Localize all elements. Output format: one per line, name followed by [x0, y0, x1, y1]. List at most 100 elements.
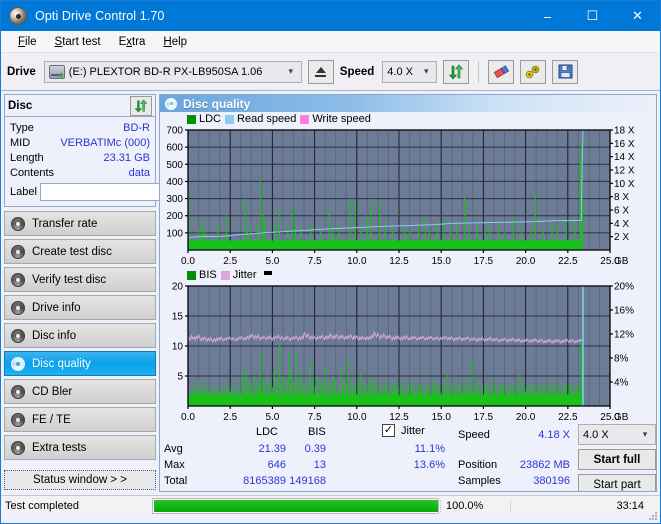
stats-max-ldc: 646	[267, 459, 286, 471]
tools-icon	[525, 65, 540, 78]
sidebar-item-label: CD Bler	[32, 385, 73, 398]
tools-button[interactable]	[520, 59, 547, 84]
legend-entry-read-speed: Read speed	[225, 113, 296, 125]
legend-label: BIS	[199, 269, 217, 281]
svg-text:2.5: 2.5	[223, 412, 237, 423]
disc-icon	[11, 272, 25, 287]
svg-text:GB: GB	[614, 412, 629, 423]
disc-icon	[11, 216, 25, 231]
sidebar-item-cd-bler[interactable]: CD Bler	[4, 379, 156, 404]
test-speed-select[interactable]: 4.0 X ▾	[578, 424, 656, 445]
disc-label-row: Label	[5, 180, 248, 206]
jitter-label: Jitter	[401, 424, 425, 437]
menu-help[interactable]: Help	[154, 34, 196, 50]
disc-row-value: data	[128, 166, 150, 179]
svg-text:200: 200	[166, 211, 183, 222]
bis-chart[interactable]: 5 10 15 20 4% 8% 12% 16% 20% 0.0 2.5 5.0 7.5 10.0 12.5…	[160, 282, 652, 424]
disc-icon	[11, 356, 25, 371]
svg-text:20: 20	[172, 282, 184, 293]
sidebar-item-label: Disc info	[32, 329, 77, 342]
refresh-icon	[449, 64, 464, 79]
sidebar-item-create-test-disc[interactable]: Create test disc	[4, 239, 156, 264]
stats-position-label: Position	[458, 459, 498, 471]
stats-avg-bis: 0.39	[304, 443, 326, 455]
stats-speed-label: Speed	[458, 429, 490, 441]
stats-avg-ldc: 21.39	[258, 443, 286, 455]
speed-select-value: 4.0 X	[387, 65, 413, 78]
legend-label: Write speed	[312, 113, 371, 125]
sidebar-item-label: Transfer rate	[32, 217, 98, 230]
nav-list: Transfer rate Create test disc Verify te…	[4, 211, 156, 460]
drive-select[interactable]: (E:) PLEXTOR BD-R PX-LB950SA 1.06 ▾	[43, 60, 302, 83]
jitter-checkbox[interactable]: ✓	[382, 424, 395, 437]
window-controls: – ☐ ✕	[525, 1, 660, 31]
svg-text:15: 15	[172, 312, 184, 323]
stats-samples-label: Samples	[458, 475, 501, 487]
svg-text:12.5: 12.5	[389, 256, 409, 267]
save-button[interactable]	[552, 59, 579, 84]
erase-button[interactable]	[488, 59, 515, 84]
ldc-chart-block: LDC Read speed Write speed 100 200 300 400 5…	[160, 112, 656, 268]
menu-file[interactable]: File	[9, 34, 46, 50]
legend-entry-jitter: Jitter	[220, 269, 257, 281]
bis-chart-block: BIS Jitter 5 10 15 20 4% 8% 12% 16% 20% 0.0 2.5 5.0…	[160, 268, 656, 424]
sidebar-item-verify-test-disc[interactable]: Verify test disc	[4, 267, 156, 292]
jitter-checkbox-group[interactable]: ✓ Jitter	[382, 424, 425, 437]
drive-select-value: (E:) PLEXTOR BD-R PX-LB950SA 1.06	[68, 65, 263, 78]
legend-swatch	[300, 114, 310, 124]
status-bar: Test completed 100.0% 33:14	[1, 495, 660, 521]
stats-position-value: 23862 MB	[519, 459, 570, 471]
start-part-button[interactable]: Start part	[578, 474, 656, 491]
chevron-down-icon: ▾	[424, 66, 429, 76]
speed-select[interactable]: 4.0 X ▾	[382, 60, 438, 83]
sidebar-item-drive-info[interactable]: Drive info	[4, 295, 156, 320]
svg-text:700: 700	[166, 126, 183, 137]
stats-total-ldc: 8165389	[243, 475, 286, 487]
svg-text:10 X: 10 X	[614, 179, 635, 190]
progress-fill	[154, 499, 438, 512]
window-title: Opti Drive Control 1.70	[35, 9, 165, 23]
svg-text:16 X: 16 X	[614, 139, 635, 150]
sidebar-item-disc-quality[interactable]: Disc quality	[4, 351, 156, 376]
sidebar-item-disc-info[interactable]: Disc info	[4, 323, 156, 348]
svg-text:10: 10	[172, 342, 184, 353]
menu-start-test[interactable]: Start test	[46, 34, 110, 50]
disc-row-key: MID	[10, 136, 31, 149]
disc-refresh-button[interactable]	[130, 95, 152, 116]
svg-text:5.0: 5.0	[265, 412, 279, 423]
svg-text:0.0: 0.0	[181, 256, 195, 267]
sidebar-item-label: Disc quality	[32, 357, 91, 370]
svg-text:8 X: 8 X	[614, 192, 629, 203]
svg-text:20%: 20%	[614, 282, 634, 293]
resize-grip-icon[interactable]	[648, 511, 658, 521]
svg-text:16%: 16%	[614, 306, 634, 317]
sidebar-item-extra-tests[interactable]: Extra tests	[4, 435, 156, 460]
legend-swatch	[187, 114, 196, 124]
svg-text:18 X: 18 X	[614, 126, 635, 137]
status-window-button[interactable]: Status window > >	[4, 470, 156, 490]
stats-samples-value: 380196	[533, 475, 570, 487]
minimize-button[interactable]: –	[525, 1, 570, 31]
toolbar: Drive (E:) PLEXTOR BD-R PX-LB950SA 1.06 …	[1, 53, 660, 91]
stats-header-bis: BIS	[308, 426, 326, 438]
refresh-button[interactable]	[443, 59, 470, 84]
disc-row-mid: MID VERBATIMc (000)	[5, 135, 155, 150]
disc-row-value: BD-R	[123, 121, 150, 134]
disc-icon	[11, 300, 25, 315]
svg-text:12.5: 12.5	[389, 412, 409, 423]
maximize-button[interactable]: ☐	[570, 1, 615, 31]
menu-extra[interactable]: Extra	[110, 34, 155, 50]
svg-text:100: 100	[166, 228, 183, 239]
close-button[interactable]: ✕	[615, 1, 660, 31]
sidebar-item-fe-te[interactable]: FE / TE	[4, 407, 156, 432]
eject-button[interactable]	[307, 59, 334, 84]
start-full-button[interactable]: Start full	[578, 449, 656, 470]
stats-speed-value: 4.18 X	[538, 429, 570, 441]
sidebar-item-transfer-rate[interactable]: Transfer rate	[4, 211, 156, 236]
disc-row-value: VERBATIMc (000)	[60, 136, 150, 149]
legend-label: Read speed	[237, 113, 297, 125]
legend-swatch	[220, 270, 230, 280]
svg-text:GB: GB	[614, 256, 629, 267]
ldc-chart[interactable]: 100 200 300 400 500 600 700 2 X 4 X 6 X 8 X 10 X 12 …	[160, 126, 652, 268]
